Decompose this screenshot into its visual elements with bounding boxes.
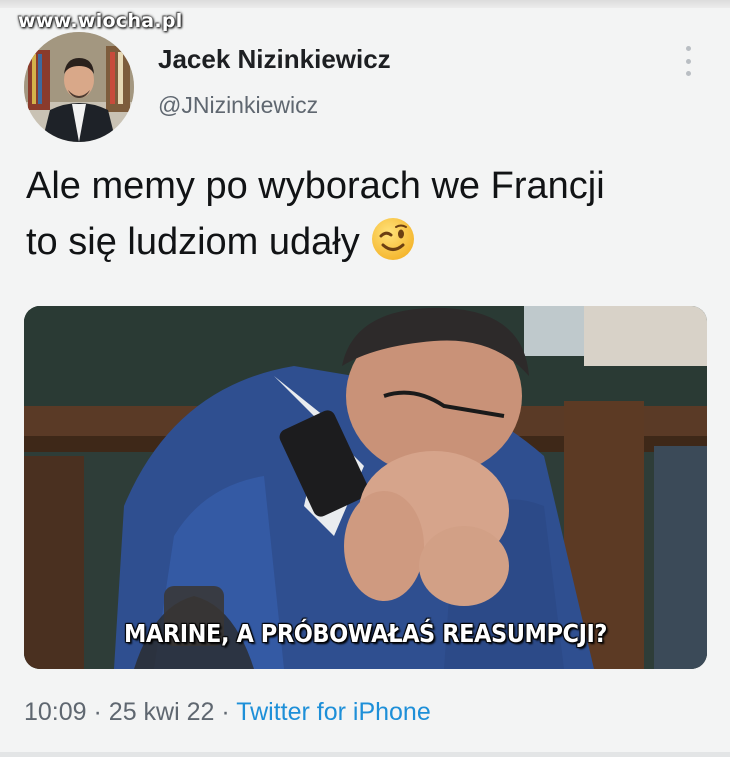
meme-caption: MARINE, A PRÓBOWAŁAŚ REASUMPCJI?: [123, 619, 608, 648]
tweet-source-link[interactable]: Twitter for iPhone: [236, 698, 431, 726]
winking-face-icon: [370, 216, 416, 278]
bottom-divider: [0, 752, 730, 757]
meme-photo: [24, 306, 707, 669]
top-bar: [0, 0, 730, 8]
tweet-meta: 10:09 · 25 kwi 22 · Twitter for iPhone: [24, 698, 431, 727]
tweet-media-image[interactable]: MARINE, A PRÓBOWAŁAŚ REASUMPCJI?: [24, 306, 707, 669]
tweet-text: Ale memy po wyborach we Francji to się l…: [26, 158, 716, 278]
meta-separator: ·: [221, 698, 230, 726]
tweet-date[interactable]: 25 kwi 22: [109, 698, 215, 726]
site-watermark: www.wiocha.pl: [18, 10, 183, 32]
author-handle[interactable]: @JNizinkiewicz: [158, 92, 318, 119]
meta-separator: ·: [93, 698, 102, 726]
author-name[interactable]: Jacek Nizinkiewicz: [158, 44, 391, 75]
tweet-text-line: Ale memy po wyborach we Francji: [26, 165, 605, 207]
more-vertical-icon[interactable]: [680, 46, 696, 76]
tweet-time[interactable]: 10:09: [24, 698, 87, 726]
author-avatar[interactable]: [24, 32, 134, 142]
tweet-text-segment: to się ludziom udały: [26, 221, 360, 263]
tweet-text-line: to się ludziom udały: [26, 214, 716, 278]
